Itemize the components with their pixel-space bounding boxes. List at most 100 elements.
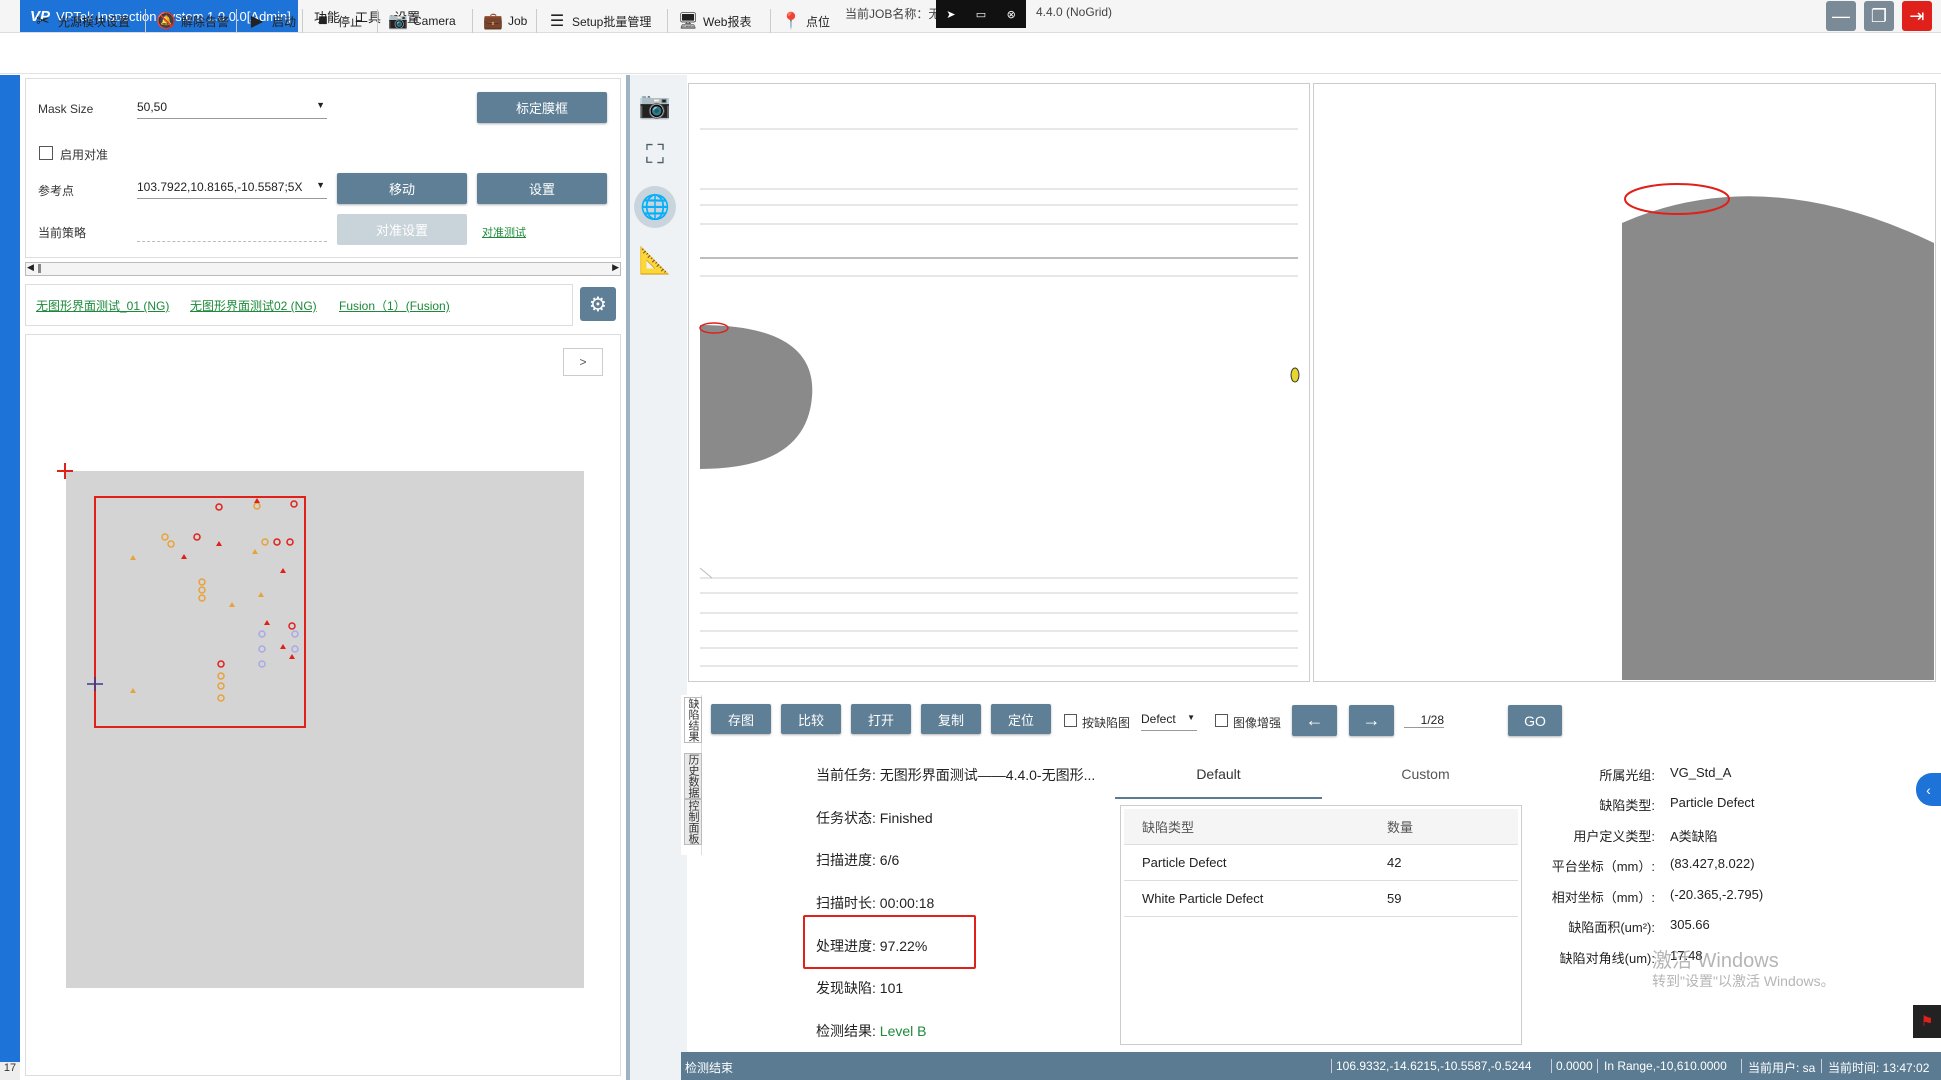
scan-progress-row: 扫描进度: 6/6 <box>816 852 900 868</box>
chevron-down-icon: ▼ <box>316 180 325 190</box>
set-button[interactable]: 设置 <box>477 173 607 204</box>
by-defect-map-checkbox[interactable] <box>1064 714 1077 727</box>
process-progress-row: 处理进度: 97.22% <box>816 938 928 954</box>
status-bar: 检测结束 106.9332,-14.6215,-10.5587,-0.5244 … <box>681 1052 1941 1080</box>
close-circle-icon[interactable]: ⊗ <box>1007 8 1016 21</box>
compare-button[interactable]: 比较 <box>781 704 841 734</box>
maximize-button[interactable]: ❐ <box>1864 1 1894 31</box>
task-status-row: 任务状态: Finished <box>816 810 933 826</box>
save-image-button[interactable]: 存图 <box>711 704 771 734</box>
wafer-map[interactable] <box>25 334 619 1074</box>
position-button[interactable]: 📍 点位 <box>780 9 830 33</box>
defect-zoom-image[interactable] <box>1313 83 1934 680</box>
map-background <box>66 471 584 988</box>
job-button[interactable]: 💼 Job <box>482 9 527 33</box>
light-group-value: VG_Std_A <box>1670 765 1732 780</box>
next-defect-button[interactable]: → <box>1349 705 1394 736</box>
snapshot-camera-button[interactable]: 📷 <box>635 85 675 125</box>
tab-custom[interactable]: Custom <box>1322 766 1529 782</box>
setup-batch-button[interactable]: ☰ Setup批量管理 <box>546 9 652 33</box>
ruler-icon: 📐 <box>638 244 672 275</box>
activation-watermark-text: 转到"设置"以激活 Windows。 <box>1652 973 1835 989</box>
edge-number: 17 <box>0 1062 20 1080</box>
tab-history-data[interactable]: 历史数据 <box>684 753 702 799</box>
go-button[interactable]: GO <box>1508 705 1562 736</box>
status-range: In Range,-10,610.0000 <box>1597 1059 1727 1073</box>
user-type-value: A类缺陷 <box>1670 829 1718 844</box>
result-row: 检测结果: Level B <box>816 1023 927 1039</box>
scroll-right-icon[interactable]: ▶ <box>612 262 619 273</box>
toolbar-divider <box>667 9 668 33</box>
screen-icon[interactable]: ▭ <box>976 8 986 21</box>
tab-fusion[interactable]: Fusion（1）(Fusion) <box>339 297 450 314</box>
by-defect-map-label: 按缺陷图 <box>1082 716 1131 730</box>
checklist-icon: ☰ <box>549 13 565 30</box>
platform-coord-label: 平台坐标（mm）: <box>1551 859 1655 874</box>
exit-button[interactable]: ⇥ <box>1902 1 1932 31</box>
tab-control-panel[interactable]: 控制面板 <box>684 799 702 845</box>
move-button[interactable]: 移动 <box>337 173 467 204</box>
relative-coord-value: (-20.365,-2.795) <box>1670 887 1764 902</box>
left-edge-strip <box>0 75 20 1080</box>
calibrate-mask-button[interactable]: 标定膜框 <box>477 92 607 123</box>
scroll-thumb[interactable] <box>38 264 41 273</box>
collapse-panel-button[interactable]: ‹ <box>1916 773 1941 806</box>
scan-progress-value: 6/6 <box>879 852 900 868</box>
scroll-left-icon[interactable]: ◀ <box>27 262 34 273</box>
open-button[interactable]: 打开 <box>851 704 911 734</box>
defect-select-dropdown[interactable]: Defect ▼ <box>1141 712 1197 731</box>
bell-off-icon: 🔕 <box>156 13 176 30</box>
table-row[interactable]: White Particle Defect 59 <box>1124 880 1518 917</box>
wafer-disc <box>700 325 813 469</box>
enable-align-checkbox[interactable] <box>39 146 53 160</box>
status-message: 检测结束 <box>685 1061 734 1075</box>
tab-task-02[interactable]: 无图形界面测试02 (NG) <box>190 297 317 314</box>
start-button[interactable]: ▶ 启动 <box>246 9 296 33</box>
refresh-settings-button[interactable]: ⚙ <box>580 287 616 321</box>
stop-button[interactable]: ■ 停止 <box>312 9 362 33</box>
copy-button[interactable]: 复制 <box>921 704 981 734</box>
chevron-left-icon: ‹ <box>1926 781 1931 798</box>
result-value: Level B <box>879 1023 927 1039</box>
align-setup-button[interactable]: 对准设置 <box>337 214 467 245</box>
defects-found-value: 101 <box>879 980 904 996</box>
remote-control-bar[interactable]: ➤ ▭ ⊗ <box>936 0 1026 28</box>
current-strategy-field[interactable] <box>137 241 327 242</box>
column-count: 数量 <box>1369 809 1518 845</box>
tab-default[interactable]: Default <box>1115 766 1322 782</box>
live-image[interactable] <box>688 83 1308 680</box>
flag-button[interactable]: ⚑ <box>1913 1005 1941 1038</box>
camera-button[interactable]: 📷 Camera <box>387 9 456 33</box>
stop-icon: ■ <box>318 12 328 29</box>
activation-watermark-title: 激活 Windows <box>1652 950 1779 972</box>
tab-defect-results[interactable]: 缺陷结果 <box>684 697 702 743</box>
job-label: 当前JOB名称：无 <box>845 7 941 21</box>
gear-refresh-icon: ⚙ <box>589 293 607 316</box>
table-row[interactable]: Particle Defect 42 <box>1124 844 1518 881</box>
locate-button[interactable]: 定位 <box>991 704 1051 734</box>
current-task-value: 无图形界面测试——4.4.0-无图形... <box>879 767 1096 783</box>
clear-alarm-button[interactable]: 🔕 解除告警 <box>155 9 229 33</box>
horizontal-scrollbar[interactable]: ◀ ▶ <box>25 262 621 276</box>
light-module-button[interactable]: ✂ 光源模块设置 <box>32 9 130 33</box>
fit-image-button[interactable]: ⛶ <box>635 135 675 175</box>
measure-ruler-button[interactable]: 📐 <box>635 240 675 280</box>
column-defect-type: 缺陷类型 <box>1124 809 1369 845</box>
platform-coord-value: (83.427,8.022) <box>1670 856 1755 871</box>
tab-task-01[interactable]: 无图形界面测试_01 (NG) <box>36 297 169 314</box>
toolbar-divider <box>145 9 146 33</box>
align-test-link[interactable]: 对准测试 <box>482 224 526 240</box>
defect-area-value: 305.66 <box>1670 917 1710 932</box>
mask-size-label: Mask Size <box>38 102 94 116</box>
prev-defect-button[interactable]: ← <box>1292 705 1337 736</box>
minimize-button[interactable]: — <box>1826 1 1856 31</box>
pointer-icon[interactable]: ➤ <box>946 8 955 21</box>
page-input[interactable]: 1/28 <box>1404 713 1444 728</box>
minimize-icon: — <box>1832 5 1850 26</box>
web-report-button[interactable]: 🖥 Web报表 <box>677 9 752 33</box>
ref-point-dropdown[interactable]: 103.7922,10.8165,-10.5587;5X ▼ <box>137 180 327 199</box>
mask-size-dropdown[interactable]: 50,50 ▼ <box>137 100 327 119</box>
defect-type-cell: White Particle Defect <box>1124 880 1369 917</box>
image-enhance-checkbox[interactable] <box>1215 714 1228 727</box>
grid-globe-button[interactable]: 🌐 <box>634 186 676 228</box>
